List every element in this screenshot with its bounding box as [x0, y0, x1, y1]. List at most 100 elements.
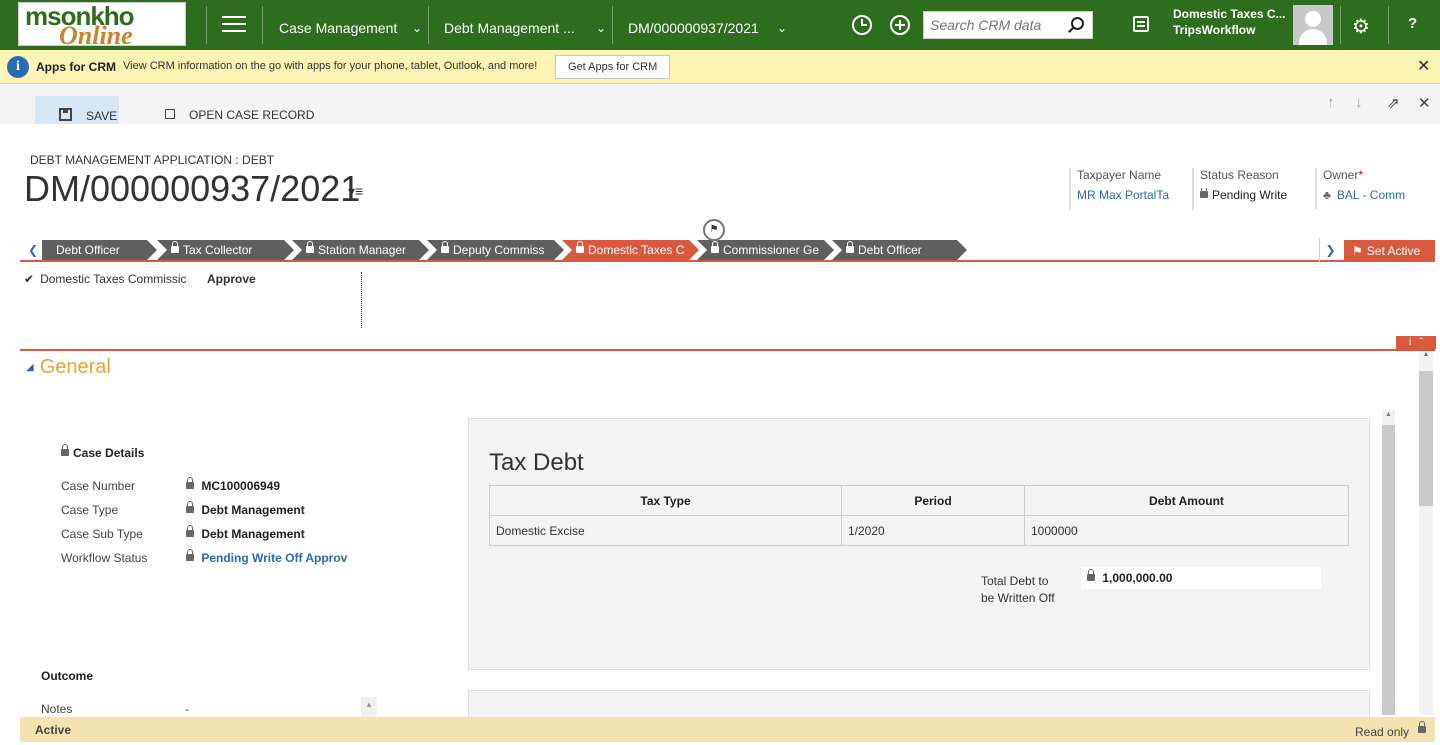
- recent-clock-icon[interactable]: [852, 15, 872, 35]
- popout-icon[interactable]: ⇗: [1387, 94, 1400, 112]
- lock-icon: [186, 525, 194, 537]
- stage-deputy-commissioner[interactable]: Deputy Commiss: [427, 240, 564, 260]
- cell-tax-type: Domestic Excise: [489, 515, 842, 546]
- case-details-heading: Case Details: [61, 444, 144, 460]
- create-plus-icon[interactable]: [890, 15, 910, 35]
- nav-case-management[interactable]: Case Management: [279, 20, 397, 36]
- workflow-status-row: Workflow Status Pending Write Off Approv: [61, 549, 347, 565]
- nav-divider: [1340, 6, 1341, 44]
- save-button[interactable]: SAVE: [35, 96, 119, 124]
- case-sub-type-row: Case Sub Type Debt Management: [61, 525, 305, 541]
- lock-icon: [846, 246, 854, 253]
- header-field-taxpayer: Taxpayer Name MR Max PortalTa: [1069, 168, 1182, 210]
- scrollbar-thumb[interactable]: [1419, 371, 1433, 506]
- stage-domestic-taxes[interactable]: Domestic Taxes C: [562, 240, 699, 260]
- form-toggle-buttons[interactable]: i ˆ: [1396, 336, 1436, 349]
- lock-icon: [61, 444, 69, 456]
- stage-tax-collector[interactable]: Tax Collector: [157, 240, 294, 260]
- record-state: Active: [35, 723, 72, 737]
- case-number-label: Case Number: [61, 479, 136, 493]
- page-scrollbar[interactable]: ▲: [1419, 351, 1433, 715]
- search-icon[interactable]: [1071, 17, 1084, 30]
- open-case-record-button[interactable]: OPEN CASE RECORD: [165, 108, 314, 122]
- set-active-button[interactable]: ⚑ Set Active: [1344, 240, 1435, 262]
- chevron-down-icon[interactable]: ⌄: [777, 21, 787, 35]
- logo-text-line2: Online: [59, 21, 133, 46]
- top-navigation-bar: msonkho Online Case Management ⌄ Debt Ma…: [0, 0, 1440, 50]
- inner-scrollbar[interactable]: ▲: [1382, 409, 1395, 715]
- msonkho-logo[interactable]: msonkho Online: [18, 2, 186, 46]
- column-header-period[interactable]: Period: [841, 485, 1025, 516]
- taxpayer-name-link[interactable]: MR Max PortalTa: [1077, 188, 1182, 202]
- workflow-status-link[interactable]: Pending Write Off Approv: [186, 549, 347, 565]
- status-reason-value: Pending Write: [1200, 188, 1305, 202]
- hamburger-menu-icon[interactable]: [222, 16, 246, 34]
- search-input[interactable]: [924, 12, 1064, 38]
- close-icon[interactable]: ✕: [1417, 56, 1430, 76]
- column-header-debt-amount[interactable]: Debt Amount: [1024, 485, 1349, 516]
- lock-icon: [186, 501, 194, 513]
- tax-debt-table: Tax Type Period Debt Amount Domestic Exc…: [489, 485, 1349, 546]
- lock-icon: [441, 246, 449, 253]
- notice-title: Apps for CRM: [36, 60, 116, 74]
- chevron-down-icon[interactable]: ⌄: [596, 21, 606, 35]
- lock-icon: [186, 477, 194, 489]
- avatar[interactable]: [1293, 5, 1333, 45]
- nav-divider: [612, 6, 613, 44]
- total-debt-label: Total Debt to be Written Off: [981, 574, 1055, 605]
- stage-debt-officer[interactable]: Debt Officer: [42, 240, 157, 260]
- chevron-right-icon[interactable]: ❯: [1319, 238, 1341, 262]
- scroll-up-icon[interactable]: ▲: [1419, 351, 1433, 358]
- stage-step: ✔ Domestic Taxes Commissic Approve: [24, 272, 256, 286]
- field-divider: [1192, 168, 1194, 210]
- nav-divider: [206, 6, 207, 44]
- notes-row: Notes --: [41, 702, 189, 730]
- lock-icon: [576, 246, 584, 253]
- task-list-icon[interactable]: [1133, 16, 1149, 32]
- field-divider: [1315, 168, 1317, 210]
- nav-current-record[interactable]: DM/000000937/2021: [628, 20, 759, 36]
- title-menu-icon[interactable]: ▾≡: [348, 183, 363, 200]
- chevron-left-icon[interactable]: ❮: [28, 243, 38, 257]
- status-reason-label: Status Reason: [1200, 168, 1279, 182]
- scroll-up-icon[interactable]: ▲: [1382, 409, 1395, 421]
- owner-link[interactable]: ♣ BAL - Comm: [1323, 188, 1431, 202]
- header-field-owner: Owner* ♣ BAL - Comm: [1315, 168, 1431, 210]
- tax-debt-title: Tax Debt: [489, 449, 584, 476]
- section-general[interactable]: ◢ General: [26, 356, 111, 379]
- team-icon: ♣: [1323, 188, 1331, 202]
- workflow-status-label: Workflow Status: [61, 551, 148, 565]
- flag-icon: ⚑: [1352, 244, 1363, 258]
- chevron-down-icon[interactable]: ⌄: [412, 21, 422, 35]
- arrow-up-icon[interactable]: ↑: [1327, 94, 1335, 111]
- save-label: SAVE: [86, 109, 118, 123]
- header-field-status: Status Reason Pending Write: [1192, 168, 1305, 210]
- stage-commissioner-general[interactable]: Commissioner Ge: [697, 240, 834, 260]
- help-icon[interactable]: ?: [1408, 15, 1417, 32]
- notes-label: Notes: [41, 702, 73, 716]
- case-number-value: MC100006949: [186, 477, 280, 493]
- column-header-tax-type[interactable]: Tax Type: [489, 485, 842, 516]
- close-form-icon[interactable]: ✕: [1418, 94, 1431, 112]
- nav-debt-management[interactable]: Debt Management ...: [444, 20, 575, 36]
- scrollbar-thumb[interactable]: [1382, 425, 1395, 715]
- stage-step-value[interactable]: Approve: [207, 272, 256, 286]
- gear-icon[interactable]: ⚙: [1352, 14, 1370, 39]
- owner-label: Owner*: [1323, 168, 1364, 182]
- table-row[interactable]: Domestic Excise 1/2020 1000000: [489, 515, 1349, 546]
- notes-scroll-up-icon[interactable]: ▲: [361, 697, 377, 717]
- user-info[interactable]: Domestic Taxes C... TripsWorkflow: [1173, 6, 1286, 38]
- lock-icon: [1418, 721, 1426, 733]
- case-type-row: Case Type Debt Management: [61, 501, 305, 517]
- nav-divider: [262, 6, 263, 44]
- apps-notice-bar: i Apps for CRM View CRM information on t…: [0, 50, 1440, 84]
- arrow-down-icon[interactable]: ↓: [1355, 94, 1363, 111]
- stage-debt-officer-final[interactable]: Debt Officer: [832, 240, 967, 260]
- lock-icon: [171, 246, 179, 253]
- case-number-row: Case Number MC100006949: [61, 477, 280, 493]
- stage-station-manager[interactable]: Station Manager: [292, 240, 429, 260]
- save-disk-icon: [59, 108, 72, 121]
- user-organization: Domestic Taxes C...: [1173, 7, 1286, 21]
- get-apps-button[interactable]: Get Apps for CRM: [555, 55, 671, 79]
- table-header-row: Tax Type Period Debt Amount: [489, 485, 1349, 516]
